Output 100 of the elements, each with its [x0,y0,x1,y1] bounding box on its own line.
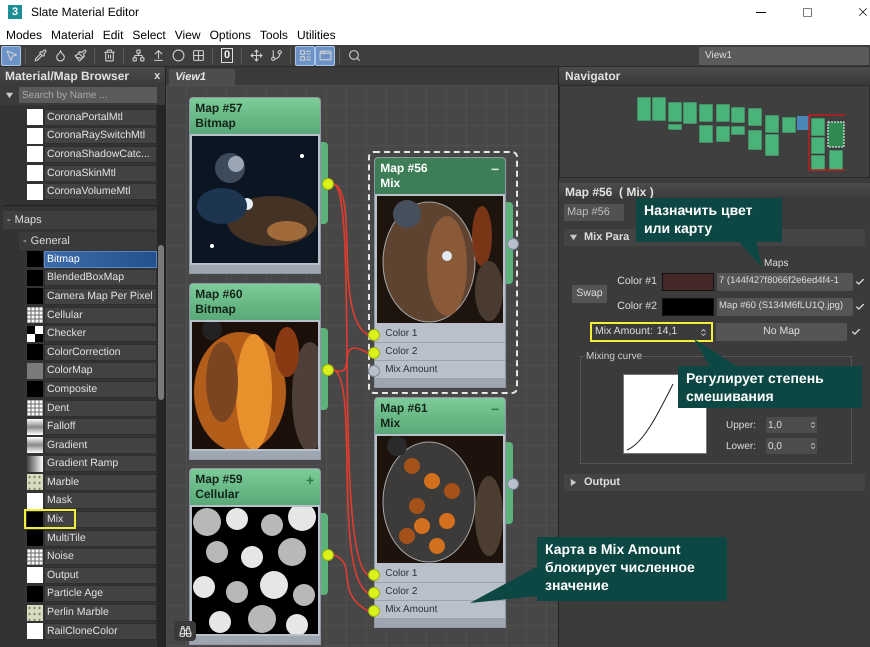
input-socket[interactable] [368,587,380,599]
scrollbar[interactable] [157,105,165,647]
number-field[interactable]: 0,0 [766,438,817,454]
swatch-icon [27,109,43,126]
menu-item[interactable]: Modes [2,26,46,44]
scrollbar-thumb[interactable] [158,245,164,400]
list-item[interactable]: Dent [44,400,157,417]
list-item[interactable]: Cellular [44,306,157,324]
list-item[interactable]: Falloff [44,418,157,436]
expand-icon[interactable] [569,233,578,242]
group-header[interactable]: - Maps [3,210,157,229]
color-swatch[interactable] [662,272,714,290]
node-title: Map #56 [380,161,428,176]
group-header[interactable]: - General [19,232,157,250]
output-socket[interactable] [507,478,520,490]
toolbar-button[interactable] [1,46,21,66]
expand-icon[interactable] [5,90,14,100]
collapse-toggle[interactable]: - [23,232,27,250]
toolbar-button[interactable]: 0 [217,46,237,66]
expand-icon[interactable] [569,478,578,487]
output-socket[interactable] [322,549,334,561]
group-label: General [30,234,70,249]
swap-button[interactable]: Swap [572,285,607,303]
node-type: Mix [380,176,400,191]
node-tree-icon [132,49,144,62]
number-field[interactable]: 14,1 [656,324,695,340]
list-item[interactable]: CoronaVolumeMtl [44,183,157,200]
node-card[interactable]: Map #59 Cellular + [189,468,322,645]
list-item[interactable]: CoronaRaySwitchMtl [44,127,157,144]
menu-item[interactable]: Select [128,26,170,44]
spinner-arrows-icon[interactable] [809,421,817,429]
output-socket[interactable] [507,238,520,250]
menu-item[interactable]: Edit [98,26,128,44]
pipette-icon [34,49,46,62]
list-item[interactable]: Mask [44,492,157,510]
panel-title: Navigator [565,68,620,85]
menu-item[interactable]: Options [206,26,255,44]
list-item[interactable]: Gradient Ramp [44,455,157,472]
list-item[interactable]: ColorCorrection [44,344,157,361]
input-socket[interactable] [368,605,380,617]
number-field[interactable]: 1,0 [766,417,817,433]
navigation-button[interactable] [174,621,196,641]
list-item[interactable]: BlendedBoxMap [44,269,157,286]
search-field[interactable]: Search by Name ... [19,87,157,103]
swatch-icon [27,623,43,640]
checkbox[interactable] [851,327,861,337]
list-item[interactable]: Mix [44,511,157,528]
node-type: Cellular [195,487,240,502]
output-socket[interactable] [322,364,334,376]
group-label: Maps [14,212,42,228]
list-item[interactable]: Perlin Marble [44,604,157,622]
collapse-toggle[interactable]: - [7,210,11,229]
checkbox[interactable] [855,276,865,286]
list-item[interactable]: Camera Map Per Pixel [44,288,157,305]
list-item[interactable]: Bitmap [44,250,157,268]
list-item[interactable]: Particle Age [44,585,157,602]
map-button[interactable]: No Map [716,323,847,341]
list-item[interactable]: ColorMap [44,362,157,380]
list-item[interactable]: Marble [44,474,157,491]
node-card[interactable]: Map #60 Bitmap [189,283,322,460]
node-card[interactable]: Map #57 Bitmap [189,97,322,274]
list-item[interactable]: Noise [44,548,157,566]
map-button[interactable]: 7 (144f427f8066f2e6ed4f4-1 [717,272,853,290]
node-toggle[interactable]: − [491,159,500,180]
node-card[interactable]: Map #56 Mix − Color 1 Color 2 Mix Amount [374,157,506,388]
trash-icon [102,49,116,62]
output-socket[interactable] [322,178,334,190]
menu-item[interactable]: Material [47,26,98,44]
list-item[interactable]: Checker [44,325,157,342]
toolbar-button[interactable] [295,46,315,66]
mix-amount-spinner[interactable]: Mix Amount: 14,1 [590,322,713,342]
rollout-title[interactable]: Output [584,474,620,491]
list-item[interactable]: MultiTile [44,530,157,547]
list-item[interactable]: RailCloneColor [44,622,157,640]
list-item[interactable]: CoronaShadowCatc... [44,146,157,163]
menu-item[interactable]: Utilities [292,26,340,44]
view-tab[interactable]: View1 [169,69,236,85]
name-field[interactable]: Map #56 [564,204,624,221]
checkbox[interactable] [855,302,865,312]
list-item[interactable]: Output [44,566,157,584]
node-card[interactable]: Map #61 Mix − Color 1 Color 2 Mix Amount [374,397,506,628]
list-item[interactable]: Composite [44,380,157,398]
map-button[interactable]: Map #60 (S134M6fLU1Q.jpg) [717,298,853,316]
list-item[interactable]: CoronaSkinMtl [44,164,157,182]
rollout-title[interactable]: Mix Para [584,229,630,246]
callout-pointer [470,566,538,604]
menu-item[interactable]: Tools [256,26,292,44]
toolbar-button[interactable] [315,46,335,66]
list-item[interactable]: CoronaPortalMtl [44,108,157,126]
view-selector[interactable]: View1 [699,46,869,64]
input-socket[interactable] [368,329,380,341]
swatch-icon [27,165,43,182]
spinner-arrows-icon[interactable] [699,328,708,336]
spinner-arrows-icon[interactable] [809,442,817,450]
color-swatch[interactable] [662,298,714,316]
close-button[interactable]: x [154,68,160,84]
upload-arrow-icon [152,49,164,62]
menu-item[interactable]: View [170,26,205,44]
input-socket[interactable] [368,569,380,581]
list-item[interactable]: Gradient [44,436,157,454]
